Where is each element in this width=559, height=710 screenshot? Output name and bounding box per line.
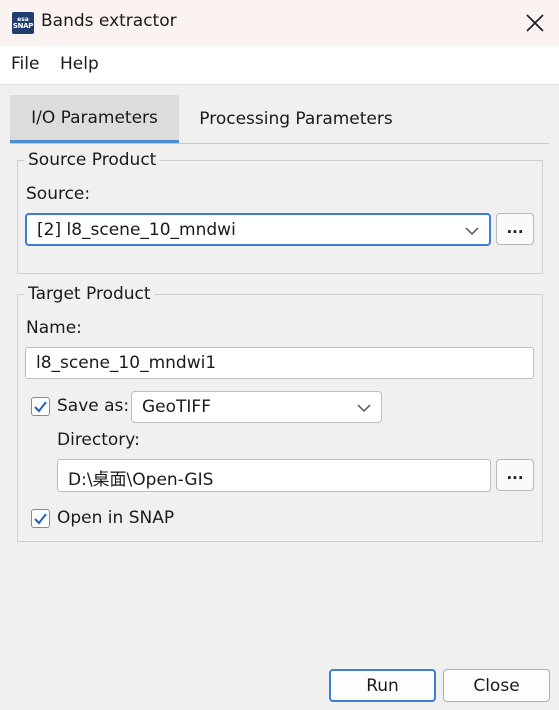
- open-in-snap-label: Open in SNAP: [57, 508, 175, 528]
- tab-io-parameters[interactable]: I/O Parameters: [10, 95, 179, 143]
- directory-label: Directory:: [57, 430, 140, 450]
- menu-file[interactable]: File: [11, 54, 39, 74]
- source-browse-button[interactable]: ...: [496, 213, 534, 245]
- target-name-input[interactable]: l8_scene_10_mndwi1: [25, 347, 534, 379]
- menu-bar: File Help: [0, 46, 559, 85]
- source-label: Source:: [26, 184, 91, 204]
- run-button[interactable]: Run: [329, 669, 436, 702]
- tab-processing-parameters-label: Processing Parameters: [199, 109, 393, 129]
- chevron-down-icon: [357, 404, 371, 413]
- save-as-label: Save as:: [57, 396, 130, 416]
- open-in-snap-checkbox[interactable]: [31, 509, 50, 528]
- source-product-group: Source Product: [17, 150, 543, 274]
- title-bar: esa SNAP Bands extractor: [0, 0, 559, 46]
- tab-divider: [10, 143, 549, 144]
- tab-processing-parameters[interactable]: Processing Parameters: [180, 95, 412, 143]
- tab-io-parameters-label: I/O Parameters: [31, 107, 158, 128]
- close-button-label: Close: [473, 675, 520, 696]
- run-button-label: Run: [366, 675, 399, 696]
- chevron-down-icon: [465, 227, 479, 236]
- source-product-legend: Source Product: [28, 150, 157, 170]
- save-format-select[interactable]: GeoTIFF: [131, 391, 382, 423]
- window-close-button[interactable]: [522, 10, 548, 36]
- save-format-value: GeoTIFF: [142, 397, 211, 417]
- directory-browse-button[interactable]: ...: [496, 459, 534, 491]
- source-product-value: [2] l8_scene_10_mndwi: [37, 220, 236, 240]
- directory-input[interactable]: D:\桌面\Open-GIS: [57, 459, 491, 492]
- close-button[interactable]: Close: [443, 669, 550, 702]
- snap-app-icon: esa SNAP: [12, 12, 34, 34]
- source-product-select[interactable]: [2] l8_scene_10_mndwi: [25, 213, 491, 246]
- tab-strip: I/O Parameters Processing Parameters: [0, 85, 559, 145]
- checkmark-icon: [34, 513, 47, 525]
- checkmark-icon: [34, 401, 47, 413]
- app-icon-bottom-text: SNAP: [12, 22, 34, 30]
- window-title: Bands extractor: [41, 11, 177, 31]
- name-label: Name:: [26, 318, 82, 338]
- save-as-checkbox[interactable]: [31, 397, 50, 416]
- menu-help[interactable]: Help: [60, 54, 99, 74]
- target-name-value: l8_scene_10_mndwi1: [36, 353, 217, 373]
- target-product-legend: Target Product: [28, 284, 151, 304]
- directory-value: D:\桌面\Open-GIS: [68, 470, 214, 490]
- close-icon: [526, 14, 544, 32]
